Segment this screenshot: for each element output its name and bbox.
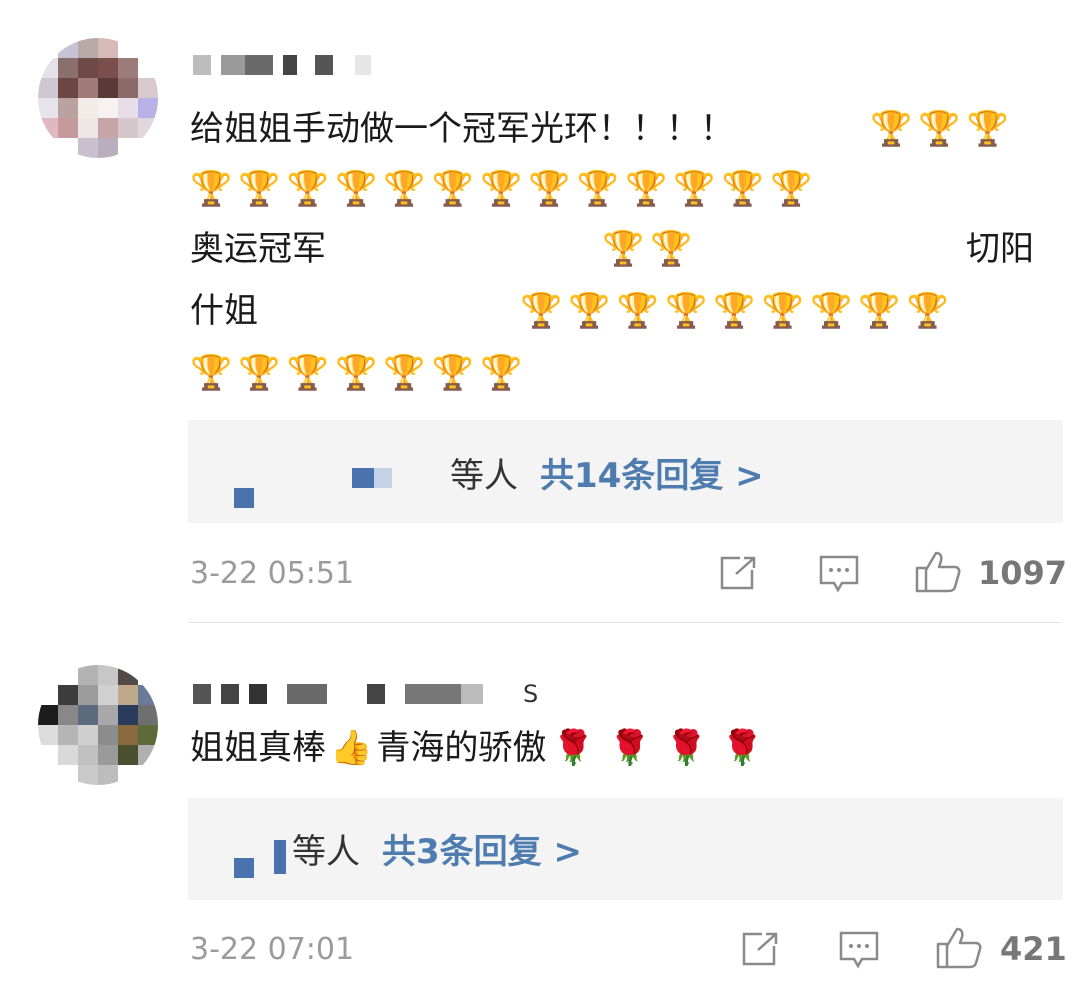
replies-preview[interactable]: 等人 共14条回复 > [188, 420, 1063, 523]
like-count: 1097 [978, 554, 1068, 592]
share-icon[interactable] [718, 554, 760, 596]
redacted-name [374, 468, 392, 488]
comment-footer: 3-22 07:01 421 [0, 924, 1080, 974]
avatar[interactable] [38, 38, 158, 158]
thumbs-up-emoji: 👍 [330, 728, 373, 768]
rose-emojis: 🌹🌹🌹🌹 [552, 728, 778, 768]
redacted-name [274, 840, 286, 874]
comment-item: S 姐姐真棒 👍 青海的骄傲 🌹🌹🌹🌹 等人 共3条回复 > 3-22 07:0… [0, 625, 1080, 990]
comment-text-line: 给姐姐手动做一个冠军光环！！！！ [190, 109, 734, 149]
comment-icon[interactable] [838, 930, 880, 974]
comment-text-line: 什姐 [190, 291, 258, 331]
like-icon[interactable] [914, 550, 962, 598]
comment-time: 3-22 07:01 [190, 932, 355, 967]
trophy-emojis: 🏆🏆🏆🏆🏆🏆🏆🏆🏆 [520, 291, 956, 331]
comment-text-line: 青海的骄傲 [376, 728, 547, 768]
username-glyph: S [523, 680, 539, 708]
replies-count-link[interactable]: 共14条回复 > [540, 448, 764, 497]
redacted-name [234, 858, 254, 878]
redacted-name [234, 488, 254, 508]
comment-text: 姐姐真棒 👍 青海的骄傲 🌹🌹🌹🌹 [190, 718, 1060, 778]
comment-text: 给姐姐手动做一个冠军光环！！！！ 🏆🏆🏆 🏆🏆🏆🏆🏆🏆🏆🏆🏆🏆🏆🏆🏆 奥运冠军 … [190, 96, 1060, 406]
redacted-name [352, 468, 374, 488]
comment-footer: 3-22 05:51 1097 [0, 548, 1080, 598]
comment-text-line: 切阳 [966, 229, 1034, 269]
trophy-emojis: 🏆🏆 [602, 229, 699, 269]
username-redacted[interactable]: S [193, 682, 538, 706]
replies-preview[interactable]: 等人 共3条回复 > [188, 798, 1063, 900]
trophy-emojis: 🏆🏆🏆🏆🏆🏆🏆 [190, 353, 529, 393]
username-redacted[interactable] [193, 53, 381, 77]
comment-text-line: 姐姐真棒 [190, 728, 326, 768]
share-icon[interactable] [740, 930, 782, 972]
avatar[interactable] [38, 665, 158, 785]
replies-suffix: 等人 [450, 456, 518, 496]
comment-item: 给姐姐手动做一个冠军光环！！！！ 🏆🏆🏆 🏆🏆🏆🏆🏆🏆🏆🏆🏆🏆🏆🏆🏆 奥运冠军 … [0, 0, 1080, 625]
comment-icon[interactable] [818, 554, 860, 598]
like-count: 421 [1000, 930, 1067, 968]
trophy-emojis: 🏆🏆🏆 [870, 109, 1016, 149]
divider [188, 622, 1062, 623]
replies-suffix: 等人 [292, 832, 360, 872]
comment-time: 3-22 05:51 [190, 556, 355, 591]
comment-text-line: 奥运冠军 [190, 229, 326, 269]
replies-count-link[interactable]: 共3条回复 > [382, 824, 582, 873]
trophy-emojis: 🏆🏆🏆🏆🏆🏆🏆🏆🏆🏆🏆🏆🏆 [190, 169, 819, 209]
like-icon[interactable] [935, 926, 983, 974]
